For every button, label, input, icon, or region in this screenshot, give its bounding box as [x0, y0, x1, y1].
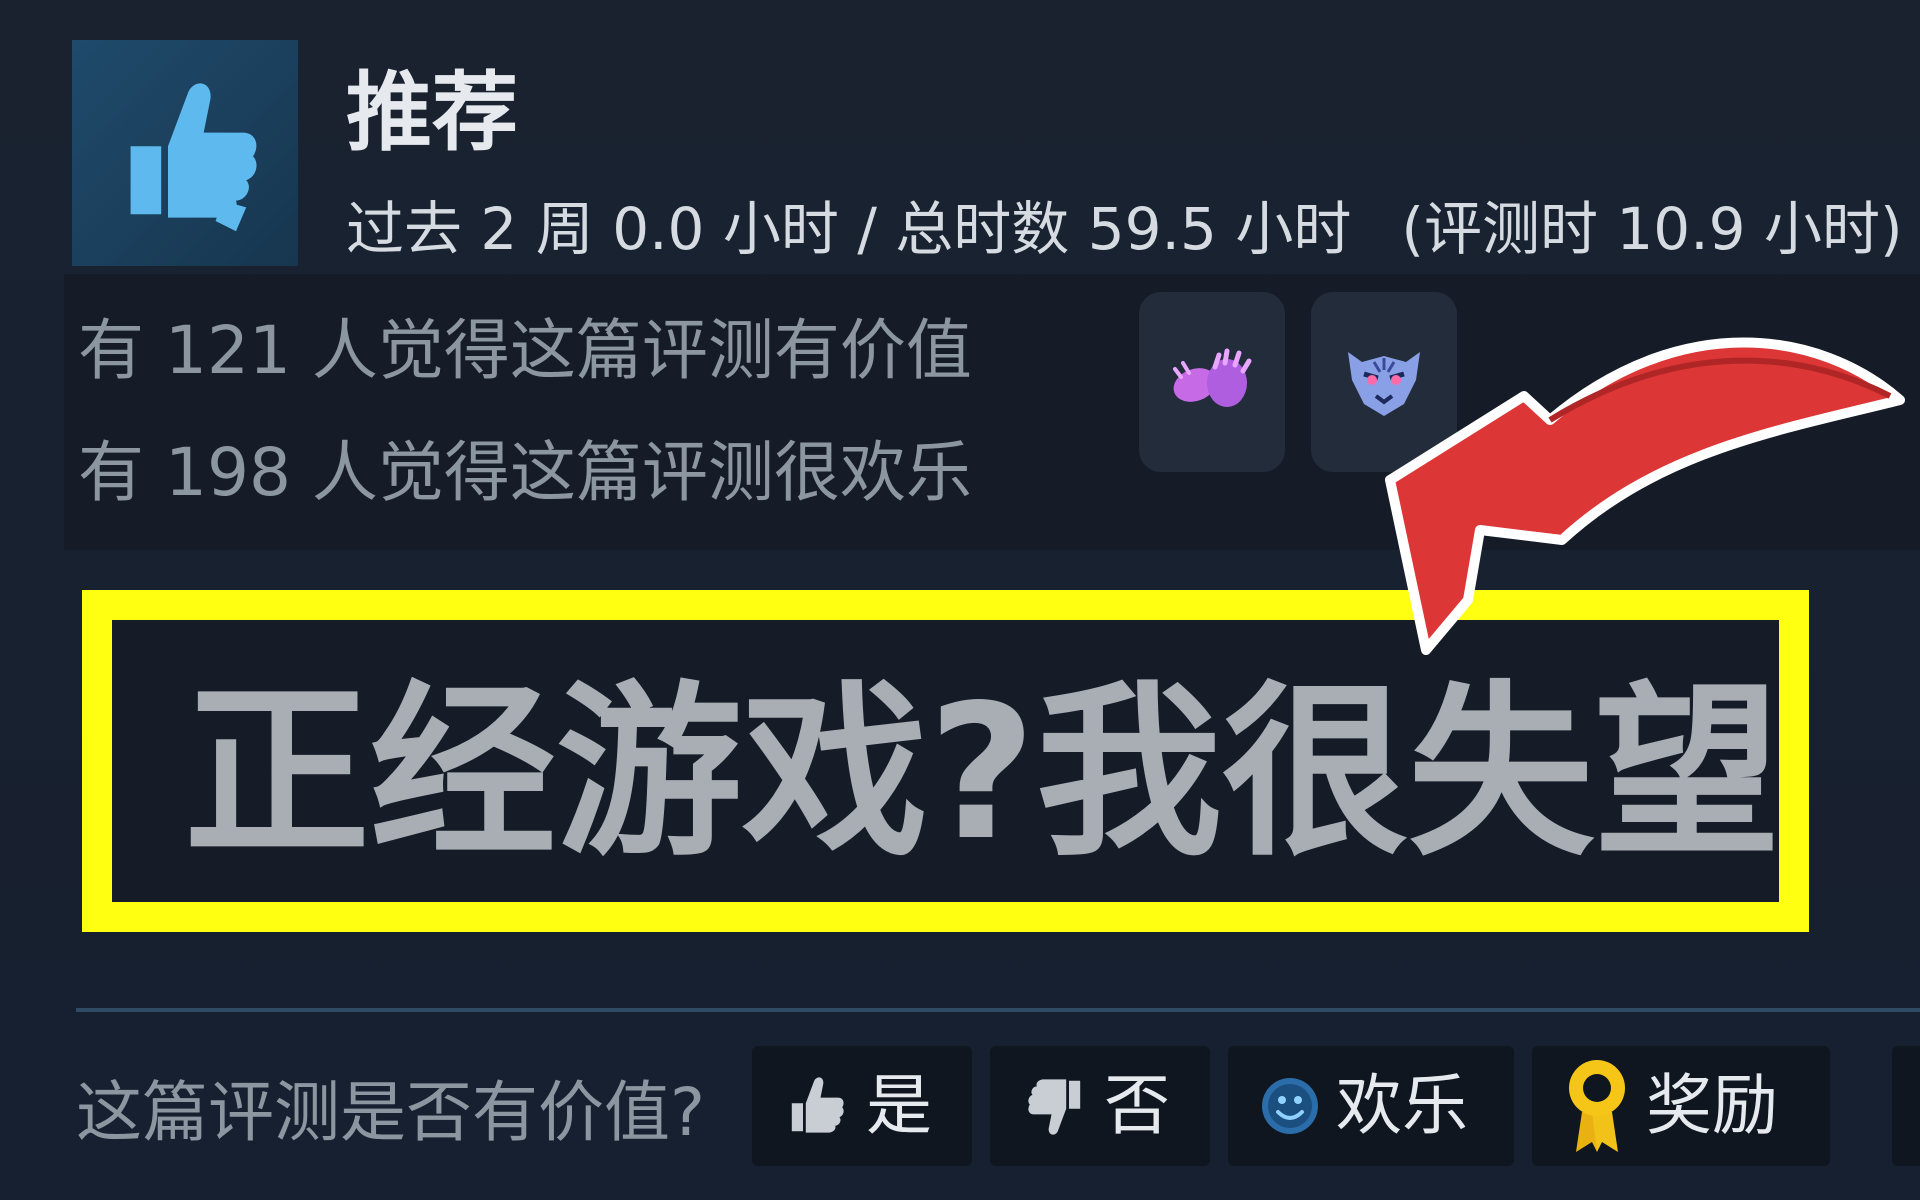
award-button[interactable]: 奖励 — [1532, 1046, 1830, 1166]
recommended-thumb-badge — [72, 40, 298, 266]
helpful-count-text: 有 121 人觉得这篇评测有价值 — [78, 312, 972, 389]
playtime-at-review: (评测时 10.9 小时) — [1401, 195, 1903, 263]
vote-yes-label: 是 — [866, 1067, 932, 1144]
vote-yes-button[interactable]: 是 — [752, 1046, 972, 1166]
share-button[interactable] — [1892, 1046, 1920, 1166]
award-clapping-hands[interactable] — [1139, 292, 1285, 472]
vote-funny-button[interactable]: 欢乐 — [1228, 1046, 1514, 1166]
award-ribbon-icon — [1569, 1060, 1625, 1152]
vote-no-label: 否 — [1104, 1067, 1170, 1144]
award-label: 奖励 — [1646, 1067, 1778, 1144]
red-arrow-overlay — [1385, 337, 1905, 655]
playtime-total: 过去 2 周 0.0 小时 / 总时数 59.5 小时 — [346, 195, 1352, 263]
vote-no-button[interactable]: 否 — [990, 1046, 1210, 1166]
section-divider — [76, 1008, 1920, 1012]
smiley-icon — [1262, 1078, 1318, 1134]
thumbs-up-icon — [791, 1077, 844, 1133]
review-status-title: 推荐 — [346, 63, 518, 163]
vote-funny-label: 欢乐 — [1336, 1067, 1468, 1144]
caption-text: 正经游戏?我很失望 — [184, 664, 1780, 881]
clapping-hands-icon — [1173, 348, 1252, 407]
steam-review-page: 推荐 过去 2 周 0.0 小时 / 总时数 59.5 小时 (评测时 10.9 … — [0, 0, 1920, 1200]
funny-count-text: 有 198 人觉得这篇评测很欢乐 — [78, 434, 972, 511]
thumbs-down-icon — [1028, 1079, 1081, 1135]
playtime-info: 过去 2 周 0.0 小时 / 总时数 59.5 小时 (评测时 10.9 小时) — [346, 200, 1903, 258]
vote-question: 这篇评测是否有价值? — [76, 1074, 706, 1151]
thumbs-up-icon — [130, 83, 257, 232]
